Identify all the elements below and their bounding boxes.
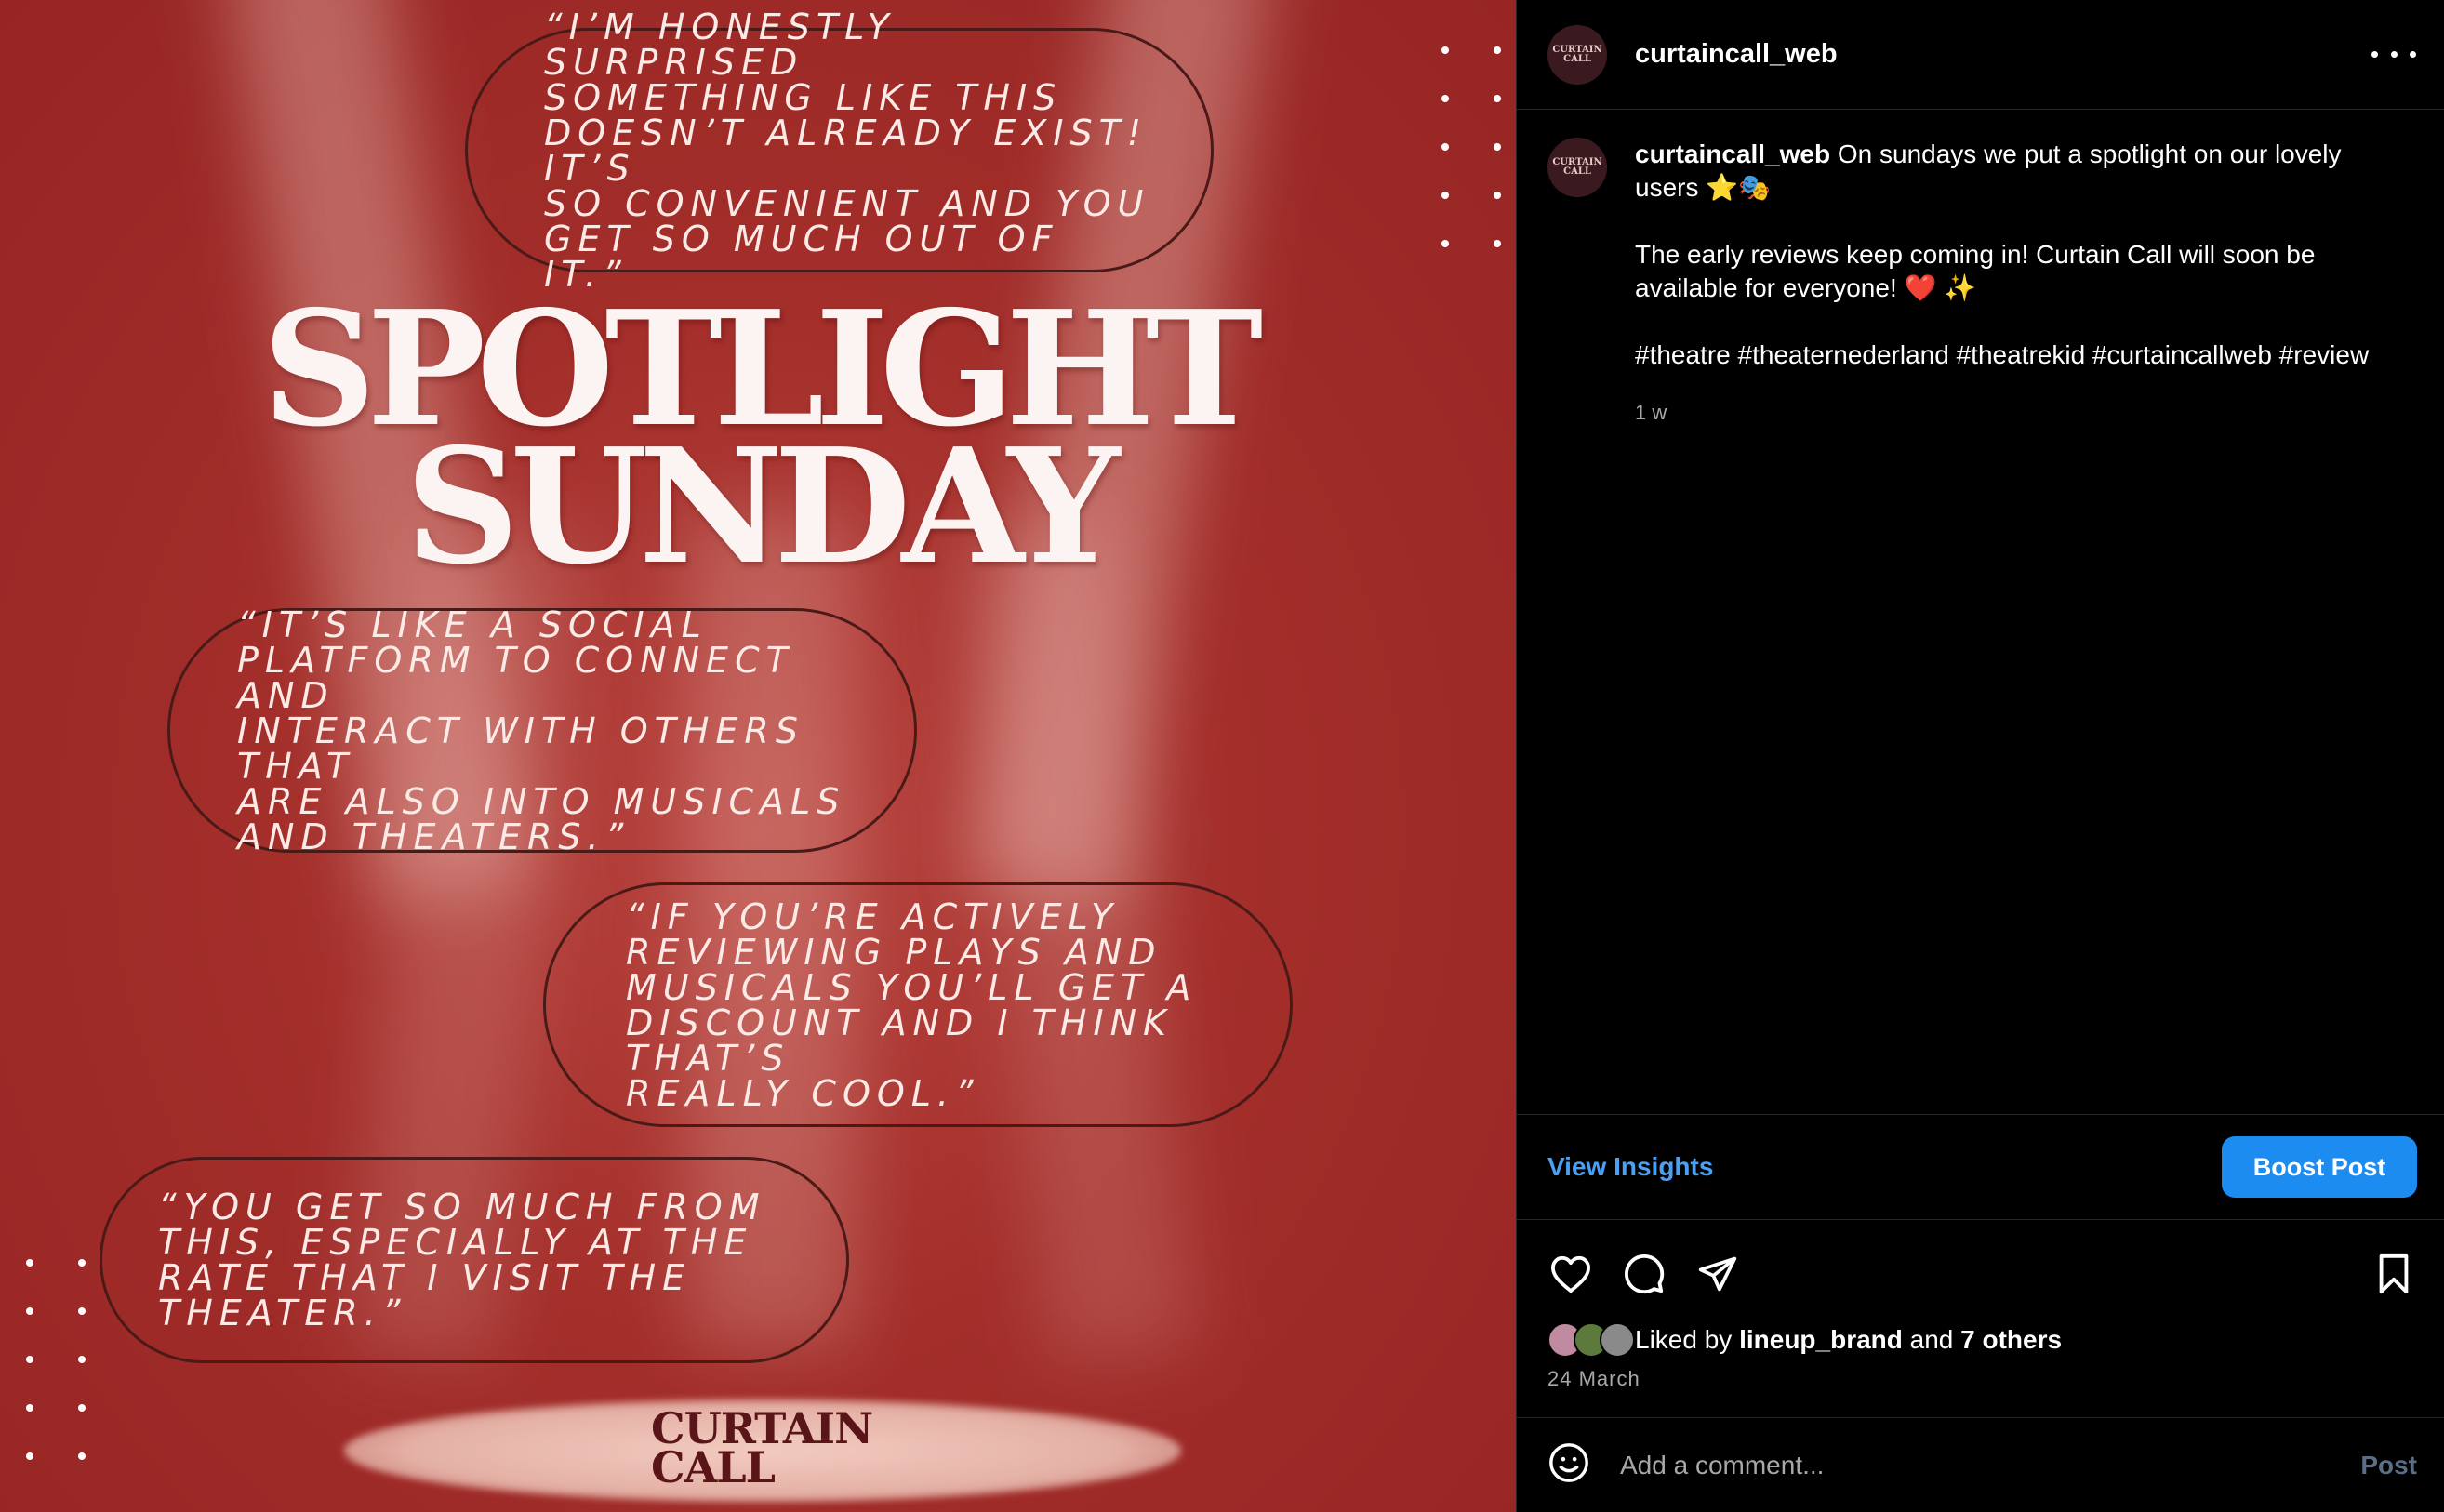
emoji-icon[interactable]: [1547, 1441, 1590, 1489]
caption-text: The early reviews keep coming in! Curtai…: [1635, 240, 2316, 302]
post-time: 1 w: [1635, 401, 1667, 424]
post-date: 24 March: [1547, 1367, 1640, 1390]
insights-bar: View Insights Boost Post: [1517, 1114, 2444, 1220]
likes-others-link[interactable]: 7 others: [1960, 1325, 2062, 1355]
caption-hashtags[interactable]: #theatre #theaternederland #theatrekid #…: [1635, 338, 2398, 372]
post-sidebar: CURTAIN CALL curtaincall_web CURTAIN CAL…: [1516, 0, 2444, 1512]
comment-icon[interactable]: [1621, 1251, 1667, 1297]
quote-bubble: “YOU GET SO MUCH FROM THIS, ESPECIALLY A…: [100, 1157, 849, 1363]
post-image[interactable]: “I’M HONESTLY SURPRISED SOMETHING LIKE T…: [0, 0, 1516, 1512]
quote-bubble: “I’M HONESTLY SURPRISED SOMETHING LIKE T…: [465, 9, 1214, 292]
view-insights-button[interactable]: View Insights: [1547, 1152, 1713, 1182]
comment-input[interactable]: [1620, 1450, 2361, 1480]
liker-username[interactable]: lineup_brand: [1739, 1325, 1903, 1355]
caption-body: curtaincall_web On sundays we put a spot…: [1635, 138, 2398, 1114]
post-actions: Liked by lineup_brand and 7 others 24 Ma…: [1517, 1220, 2444, 1417]
quote-bubble: “IT’S LIKE A SOCIAL PLATFORM TO CONNECT …: [167, 607, 917, 855]
avatar[interactable]: CURTAIN CALL: [1547, 24, 1607, 85]
heart-icon[interactable]: [1547, 1251, 1594, 1297]
liker-avatars: [1547, 1322, 1635, 1358]
quote-bubble: “IF YOU’RE ACTIVELY REVIEWING PLAYS AND …: [543, 882, 1293, 1127]
decorative-dots: [26, 1259, 86, 1460]
share-icon[interactable]: [1694, 1251, 1741, 1297]
post-header: CURTAIN CALL curtaincall_web: [1517, 0, 2444, 110]
bookmark-icon[interactable]: [2371, 1251, 2417, 1297]
comment-bar: Post: [1517, 1417, 2444, 1512]
caption: CURTAIN CALL curtaincall_web On sundays …: [1517, 110, 2444, 1114]
more-icon[interactable]: [2371, 46, 2416, 64]
caption-username[interactable]: curtaincall_web: [1635, 139, 1830, 168]
likes-summary: Liked by lineup_brand and 7 others: [1547, 1322, 2417, 1358]
headline-sunday: SUNDAY: [405, 414, 1121, 600]
boost-post-button[interactable]: Boost Post: [2222, 1136, 2417, 1198]
curtain-call-logo: CURTAIN CALL: [651, 1403, 873, 1492]
decorative-dots: [1441, 46, 1501, 247]
header-username[interactable]: curtaincall_web: [1635, 39, 2371, 70]
post-comment-button[interactable]: Post: [2360, 1451, 2417, 1480]
avatar[interactable]: CURTAIN CALL: [1547, 138, 1607, 197]
